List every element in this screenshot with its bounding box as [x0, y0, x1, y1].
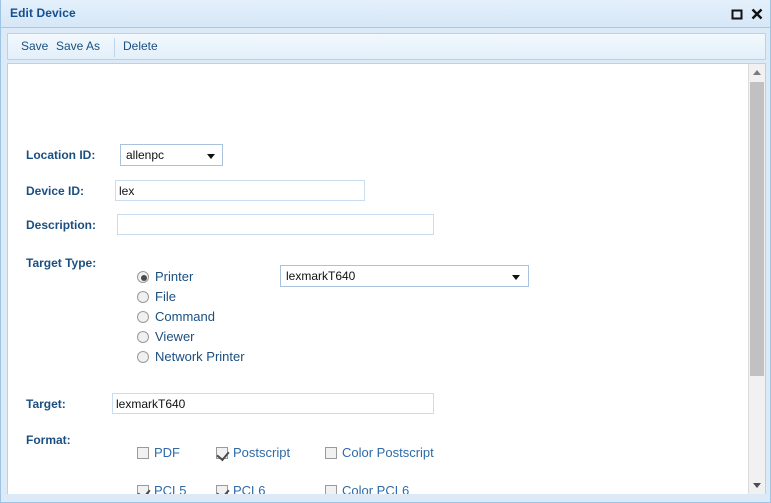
form-content: Location ID: allenpc Device ID: Descript… — [8, 64, 749, 494]
checkbox-pcl5[interactable]: PCL5 — [137, 483, 187, 494]
checkbox-postscript[interactable]: Postscript — [216, 445, 290, 460]
maximize-icon[interactable] — [730, 7, 744, 21]
checkbox-color-pcl6-label: Color PCL6 — [342, 483, 410, 494]
format-label: Format: — [26, 433, 71, 447]
checkbox-pcl6-indicator — [216, 485, 228, 494]
target-label: Target: — [26, 397, 66, 411]
radio-network-printer-indicator — [137, 351, 149, 363]
scroll-up-arrow-icon[interactable] — [749, 64, 765, 81]
location-id-label: Location ID: — [26, 148, 96, 162]
checkbox-pcl5-label: PCL5 — [154, 483, 187, 494]
checkbox-postscript-indicator — [216, 447, 228, 459]
location-id-value: allenpc — [126, 148, 165, 162]
description-input[interactable] — [117, 214, 434, 235]
checkbox-color-postscript[interactable]: Color Postscript — [325, 445, 434, 460]
chevron-down-icon — [512, 275, 520, 280]
delete-button[interactable]: Delete — [123, 39, 158, 53]
scroll-down-arrow-icon[interactable] — [749, 477, 765, 494]
printer-select-value: lexmarkT640 — [286, 269, 356, 283]
chevron-down-icon — [207, 154, 215, 159]
window-bottom-gutter — [1, 494, 770, 502]
close-icon[interactable] — [750, 7, 764, 21]
checkbox-pcl5-indicator — [137, 485, 149, 494]
checkbox-pcl6[interactable]: PCL6 — [216, 483, 266, 494]
checkbox-postscript-label: Postscript — [233, 445, 291, 460]
toolbar-divider — [114, 38, 115, 57]
radio-printer-label: Printer — [155, 269, 194, 284]
radio-viewer[interactable]: Viewer — [137, 329, 195, 344]
radio-viewer-indicator — [137, 331, 149, 343]
location-id-select[interactable]: allenpc — [120, 144, 223, 166]
checkbox-color-postscript-indicator — [325, 447, 337, 459]
radio-network-printer[interactable]: Network Printer — [137, 349, 245, 364]
checkbox-pcl6-label: PCL6 — [233, 483, 266, 494]
device-id-label: Device ID: — [26, 184, 85, 198]
radio-printer-indicator — [137, 271, 149, 283]
radio-file-label: File — [155, 289, 176, 304]
window-titlebar: Edit Device — [1, 0, 770, 28]
scrollbar-thumb[interactable] — [750, 82, 764, 376]
vertical-scrollbar[interactable] — [748, 64, 765, 494]
radio-command-indicator — [137, 311, 149, 323]
toolbar: Save Save As Delete — [7, 33, 766, 60]
save-button[interactable]: Save — [21, 39, 48, 53]
radio-command-label: Command — [155, 309, 215, 324]
checkbox-color-postscript-label: Color Postscript — [342, 445, 434, 460]
edit-device-window: Edit Device Save Save As Delete Location… — [0, 0, 771, 503]
target-input[interactable] — [112, 393, 434, 414]
description-label: Description: — [26, 218, 97, 232]
checkbox-color-pcl6[interactable]: Color PCL6 — [325, 483, 409, 494]
radio-printer[interactable]: Printer — [137, 269, 193, 284]
checkbox-pdf[interactable]: PDF — [137, 445, 180, 460]
checkbox-color-pcl6-indicator — [325, 485, 337, 494]
radio-viewer-label: Viewer — [155, 329, 195, 344]
radio-file-indicator — [137, 291, 149, 303]
checkbox-pdf-indicator — [137, 447, 149, 459]
radio-network-printer-label: Network Printer — [155, 349, 245, 364]
radio-command[interactable]: Command — [137, 309, 215, 324]
printer-select[interactable]: lexmarkT640 — [280, 265, 529, 287]
save-as-button[interactable]: Save As — [56, 39, 100, 53]
target-type-label: Target Type: — [26, 256, 97, 270]
checkbox-pdf-label: PDF — [154, 445, 180, 460]
device-id-input[interactable] — [115, 180, 365, 201]
radio-file[interactable]: File — [137, 289, 176, 304]
form-panel: Location ID: allenpc Device ID: Descript… — [7, 63, 766, 495]
window-title: Edit Device — [10, 6, 76, 20]
